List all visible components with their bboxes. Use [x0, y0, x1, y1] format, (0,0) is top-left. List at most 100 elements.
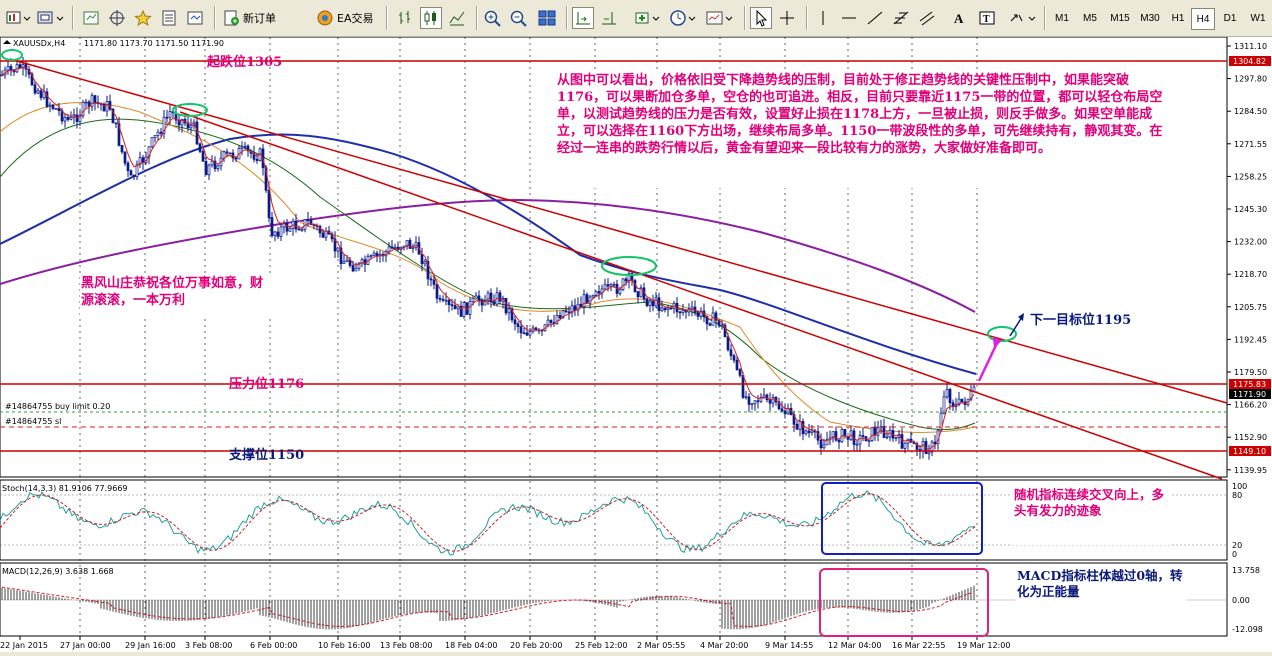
price-tick: 1284.50	[1234, 107, 1267, 116]
new-order-icon	[224, 10, 239, 26]
price-tag-label: 1149.10	[1233, 447, 1266, 456]
periods-clock-icon[interactable]	[668, 7, 702, 29]
start-level-label: 起跌位1305	[206, 54, 282, 70]
new-chart-icon[interactable]	[4, 7, 32, 29]
terminal-icon[interactable]	[184, 7, 206, 29]
text-label-icon[interactable]: T	[976, 7, 998, 29]
time-tick: 16 Mar 22:55	[892, 641, 945, 650]
time-tick: 27 Jan 00:00	[60, 641, 111, 650]
tile-windows-icon[interactable]	[536, 7, 558, 29]
ea-icon	[317, 10, 333, 26]
indicators-icon[interactable]	[632, 7, 666, 29]
price-tick: 1179.50	[1234, 368, 1267, 377]
timeframe-m1[interactable]: M1	[1050, 8, 1074, 28]
time-tick: 25 Feb 12:00	[575, 641, 627, 650]
toolbar: 新订单 EA交易 A T M1 M5 M15 M30 H1 H4 D1 W1	[0, 0, 1272, 37]
time-tick: 22 Jan 2015	[0, 641, 48, 650]
price-tick: 1218.70	[1234, 270, 1267, 279]
greeting-note: 黑风山庄恭祝各位万事如意，财源滚滚，一本万利	[80, 275, 276, 315]
trendline-icon[interactable]	[864, 7, 886, 29]
time-tick: 4 Mar 20:00	[700, 641, 748, 650]
stoch-tick-0: 0	[1232, 550, 1237, 559]
analysis-note: 从图中可以看出，价格依旧受下降趋势线的压制，目前处于修正趋势线的关键性压制中，如…	[555, 71, 1165, 188]
price-tick: 1297.80	[1234, 75, 1267, 84]
ea-label: EA交易	[337, 12, 374, 25]
svg-text:T: T	[983, 14, 990, 25]
time-tick: 20 Feb 20:00	[510, 641, 562, 650]
macd-note: MACD指标柱体越过0轴，转化为正能量	[1015, 568, 1187, 620]
new-order-label: 新订单	[243, 12, 276, 25]
svg-text:A: A	[954, 11, 964, 26]
price-tick: 1166.20	[1234, 401, 1267, 410]
navigator-icon[interactable]	[106, 7, 128, 29]
cursor-arrow-icon[interactable]	[750, 7, 772, 29]
next-target-label: 下一目标位1195	[1030, 312, 1131, 328]
candlestick-chart-icon[interactable]	[420, 7, 442, 29]
horizontal-line-icon[interactable]	[838, 7, 860, 29]
price-tick: 1152.90	[1234, 433, 1267, 442]
crosshair-icon[interactable]	[776, 7, 798, 29]
profiles-icon[interactable]	[34, 7, 68, 29]
fibonacci-icon[interactable]	[890, 7, 912, 29]
buy-limit-label: #14864755 buy limit 0.20	[5, 402, 110, 411]
price-tick: 1258.25	[1234, 172, 1267, 181]
auto-scroll-icon[interactable]	[572, 7, 594, 29]
symbol-label: XAUUSDx,H4	[13, 39, 65, 48]
price-tick: 1192.45	[1234, 335, 1267, 344]
time-tick: 19 Mar 12:00	[957, 641, 1010, 650]
timeframe-m30[interactable]: M30	[1136, 8, 1164, 28]
price-tag-label: 1171.90	[1233, 390, 1266, 399]
macd-tick-zero: 0.00	[1232, 596, 1250, 605]
stochastic-label: Stoch(14,3,3) 81.9106 77.9669	[2, 484, 128, 493]
ohlc-readout: 1171.80 1173.70 1171.50 1171.90	[84, 39, 224, 48]
time-tick: 12 Mar 04:00	[828, 641, 881, 650]
chart-window[interactable]: 1311.10 1297.80 1284.50 1271.55 1258.25 1245.…	[0, 36, 1272, 652]
price-tick: 1271.55	[1234, 140, 1267, 149]
time-tick: 10 Feb 16:00	[318, 641, 370, 650]
chart-shift-icon[interactable]	[598, 7, 620, 29]
timeframe-w1[interactable]: W1	[1246, 8, 1270, 28]
resistance-label: 压力位1176	[229, 376, 304, 392]
support-label: 支撑位1150	[228, 447, 304, 463]
price-tick: 1245.30	[1234, 205, 1267, 214]
macd-tick-min: -12.098	[1232, 625, 1263, 634]
time-tick: 18 Feb 04:00	[445, 641, 497, 650]
arrows-icon[interactable]	[1006, 7, 1040, 29]
stop-loss-label: #14864755 sl	[5, 417, 61, 426]
price-tick: 1139.95	[1234, 466, 1267, 475]
line-chart-icon[interactable]	[446, 7, 468, 29]
favorites-star-icon[interactable]	[132, 7, 154, 29]
market-watch-icon[interactable]	[80, 7, 102, 29]
time-tick: 29 Jan 16:00	[125, 641, 176, 650]
timeframe-h4[interactable]: H4	[1191, 8, 1215, 30]
price-tick: 1205.75	[1234, 303, 1267, 312]
timeframe-m5[interactable]: M5	[1078, 8, 1102, 28]
text-tool-icon[interactable]: A	[948, 7, 970, 29]
timeframe-h1[interactable]: H1	[1166, 8, 1190, 28]
macd-label: MACD(12,26,9) 3.638 1.668	[2, 567, 114, 576]
time-tick: 13 Feb 08:00	[380, 641, 432, 650]
data-window-icon[interactable]	[158, 7, 180, 29]
new-order-button[interactable]: 新订单	[222, 7, 282, 29]
stochastic-note: 随机指标连续交叉向上，多头有发力的迹象	[1012, 487, 1172, 545]
bar-chart-icon[interactable]	[394, 7, 416, 29]
zoom-out-icon[interactable]	[508, 7, 530, 29]
price-tag-label: 1304.82	[1233, 57, 1266, 66]
expert-advisors-button[interactable]: EA交易	[316, 7, 378, 29]
time-tick: 3 Feb 08:00	[185, 641, 232, 650]
timeframe-d1[interactable]: D1	[1218, 8, 1242, 28]
stoch-tick-100: 100	[1232, 482, 1247, 491]
timeframe-m15[interactable]: M15	[1106, 8, 1134, 28]
zoom-in-icon[interactable]	[482, 7, 504, 29]
price-tick: 1232.00	[1234, 238, 1267, 247]
macd-tick-max: 13.758	[1232, 566, 1260, 575]
price-tag-label: 1175.83	[1233, 380, 1266, 389]
time-tick: 9 Mar 14:55	[765, 641, 813, 650]
stoch-tick-20: 20	[1232, 541, 1242, 550]
stoch-tick-80: 80	[1232, 491, 1242, 500]
time-tick: 2 Mar 05:55	[637, 641, 685, 650]
time-tick: 6 Feb 00:00	[250, 641, 297, 650]
templates-icon[interactable]	[704, 7, 738, 29]
vertical-line-icon[interactable]	[812, 7, 834, 29]
channel-icon[interactable]	[916, 7, 938, 29]
